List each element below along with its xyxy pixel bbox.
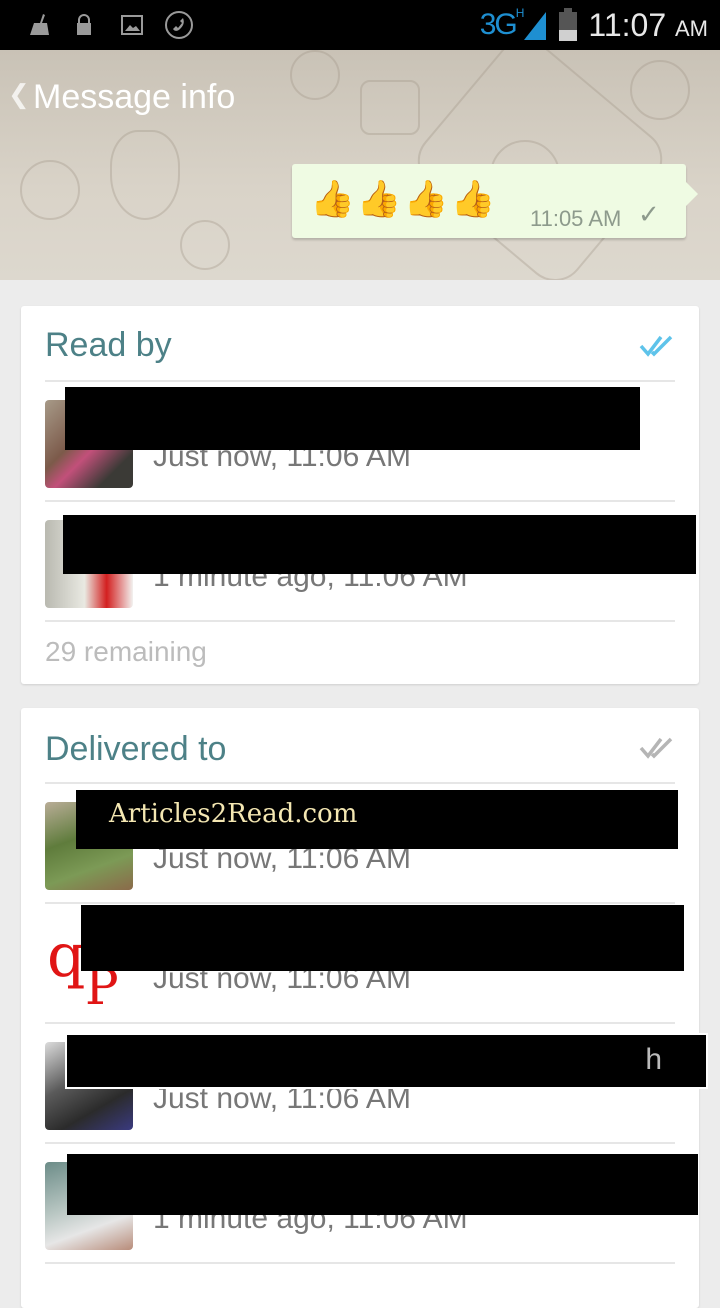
clock: 11:07 AM (588, 7, 708, 44)
redacted-contact-name (81, 905, 684, 971)
read-by-row[interactable]: 1 minute ago, 11:06 AM 😛 (21, 502, 699, 622)
divider (45, 1262, 675, 1264)
delivered-row[interactable]: Just now, 11:06 AM h (21, 1024, 708, 1144)
remaining-count[interactable]: 29 remaining (45, 636, 207, 668)
redacted-contact-name: h (65, 1033, 708, 1089)
call-icon (164, 10, 194, 40)
clock-time: 11:07 (588, 6, 667, 43)
wallpaper-doodle (20, 160, 80, 220)
contact-name-emoji: 😛 (624, 521, 660, 561)
read-double-check-icon (639, 335, 673, 357)
status-bar: 3GH 11:07 AM (0, 0, 720, 50)
redacted-contact-name (65, 387, 640, 450)
network-type: 3G (479, 8, 518, 41)
divider (45, 620, 675, 622)
avatar-glyph: q (47, 922, 86, 991)
message-text: 👍👍👍👍 (310, 179, 498, 220)
page-title[interactable]: Message info (33, 78, 235, 117)
watermark-text: Articles2Read.com (109, 799, 358, 829)
wallpaper-doodle (290, 50, 340, 100)
delivered-to-card: Delivered to Just now, 11:06 AM Articles… (21, 708, 708, 1308)
wallpaper-doodle (360, 80, 420, 135)
network-subtype: H (515, 6, 525, 20)
network-indicator: 3GH (479, 6, 525, 42)
lock-icon (74, 10, 94, 40)
redacted-contact-name (67, 1154, 698, 1215)
redacted-contact-name: 😛 (63, 515, 696, 574)
partial-name-text: h (645, 1043, 662, 1076)
image-icon (120, 10, 144, 40)
delivered-row[interactable]: Just now, 11:06 AM Articles2Read.com (21, 784, 699, 904)
message-time: 11:05 AM (530, 206, 622, 231)
wallpaper-doodle (180, 220, 230, 270)
delivered-double-check-icon (639, 737, 673, 759)
read-by-row[interactable]: Just now, 11:06 AM (21, 382, 699, 502)
signal-icon (524, 12, 547, 40)
message-bubble[interactable]: 👍👍👍👍 11:05 AM ✓ (292, 164, 698, 238)
clock-ampm: AM (675, 15, 708, 41)
wallpaper-doodle (630, 60, 690, 120)
delivered-row[interactable]: 1 minute ago, 11:06 AM (21, 1144, 699, 1264)
redacted-contact-name: Articles2Read.com (76, 790, 678, 849)
read-by-title: Read by (45, 326, 172, 364)
delivered-row[interactable]: q P Just now, 11:06 AM (21, 904, 699, 1024)
back-chevron-icon[interactable]: ❮ (8, 80, 30, 110)
message-preview-header: ❮ Message info 👍👍👍👍 11:05 AM ✓ (0, 50, 720, 280)
read-by-card: Read by Just now, 11:06 AM 1 minute ago,… (21, 306, 699, 684)
battery-icon (559, 8, 578, 41)
delivered-to-title: Delivered to (45, 730, 227, 768)
sent-check-icon: ✓ (638, 200, 660, 230)
cleaner-icon (28, 10, 52, 40)
wallpaper-doodle (110, 130, 180, 220)
